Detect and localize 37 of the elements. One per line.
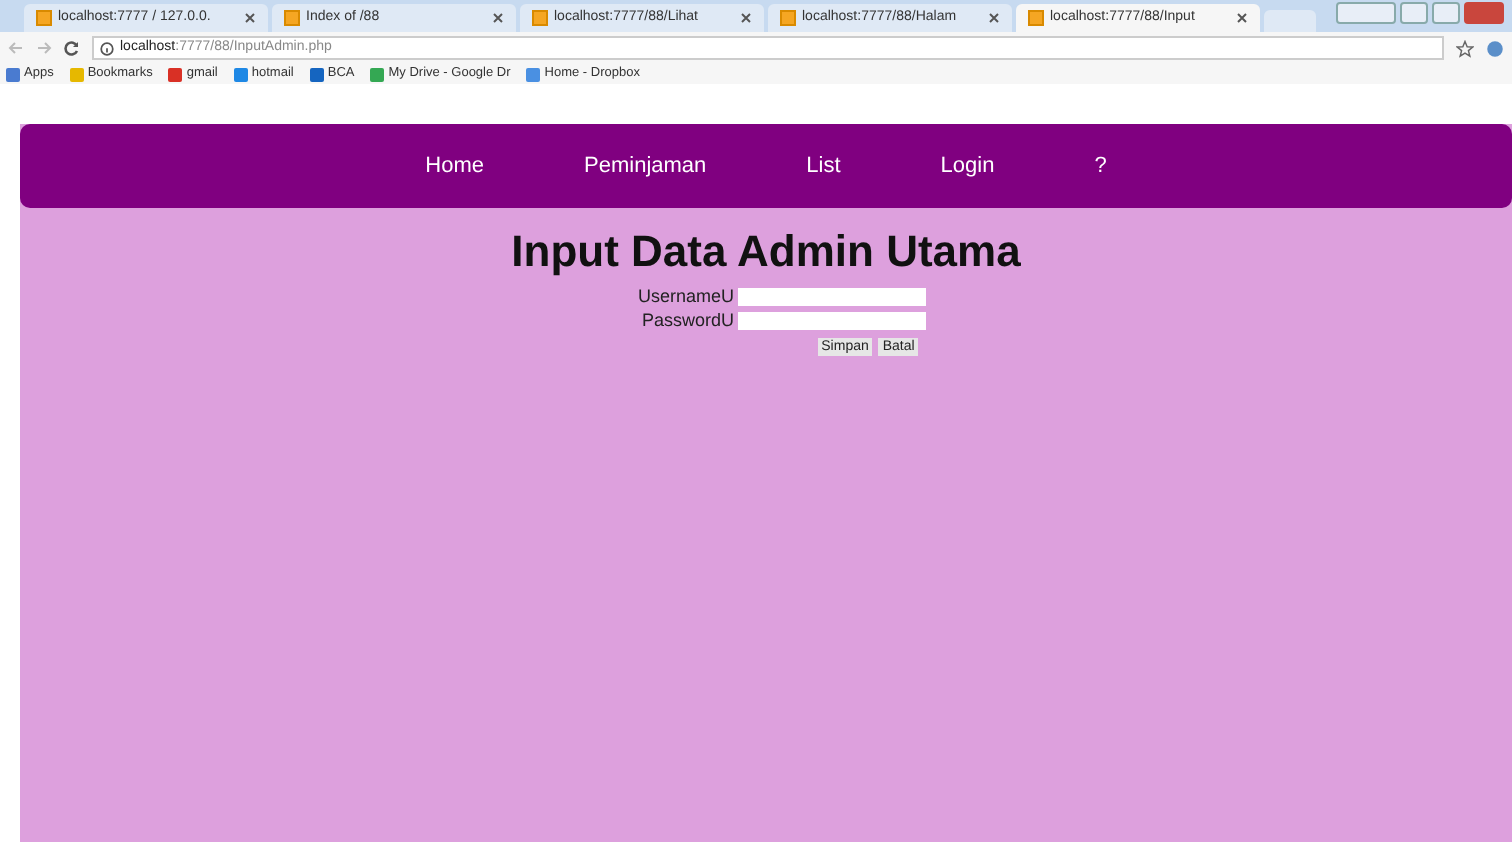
extension-icon[interactable]: [1486, 39, 1504, 57]
close-icon[interactable]: [1236, 12, 1248, 24]
field-label: PasswordU: [639, 310, 734, 330]
nav-link[interactable]: List: [800, 149, 847, 183]
nav-link[interactable]: Home: [419, 149, 491, 183]
forward-icon[interactable]: [36, 40, 52, 56]
page-icon: [532, 10, 548, 26]
reload-icon[interactable]: [64, 40, 80, 56]
nav-link[interactable]: Login: [934, 149, 1001, 183]
minimize-button[interactable]: [1400, 2, 1428, 24]
nav-link[interactable]: ?: [1088, 149, 1113, 183]
page-icon: [780, 10, 796, 26]
window-control-button[interactable]: [1336, 2, 1396, 24]
page-heading: Input Data Admin Utama: [511, 226, 1021, 278]
page-icon: [284, 10, 300, 26]
close-icon[interactable]: [244, 12, 256, 24]
input-field[interactable]: [738, 311, 926, 329]
page-icon: [1028, 10, 1044, 26]
page-icon: [36, 10, 52, 26]
nav-link[interactable]: Peminjaman: [578, 149, 713, 183]
bookmark-icon: [233, 67, 248, 81]
bookmark-icon: [309, 67, 324, 81]
input-field[interactable]: [738, 287, 926, 305]
bookmark-icon: [526, 67, 541, 81]
back-icon[interactable]: [8, 40, 24, 56]
info-icon: [100, 41, 114, 55]
maximize-button[interactable]: [1432, 2, 1460, 24]
star-icon[interactable]: [1456, 39, 1474, 57]
field-label: UsernameU: [635, 286, 734, 306]
bookmark-icon: [370, 67, 385, 81]
bookmark-icon: [69, 67, 84, 81]
bookmark-icon: [168, 67, 183, 81]
bookmark-icon: [6, 67, 20, 81]
close-icon[interactable]: [492, 12, 504, 24]
close-button[interactable]: [1464, 2, 1504, 24]
close-icon[interactable]: [740, 12, 752, 24]
close-icon[interactable]: [988, 12, 1000, 24]
